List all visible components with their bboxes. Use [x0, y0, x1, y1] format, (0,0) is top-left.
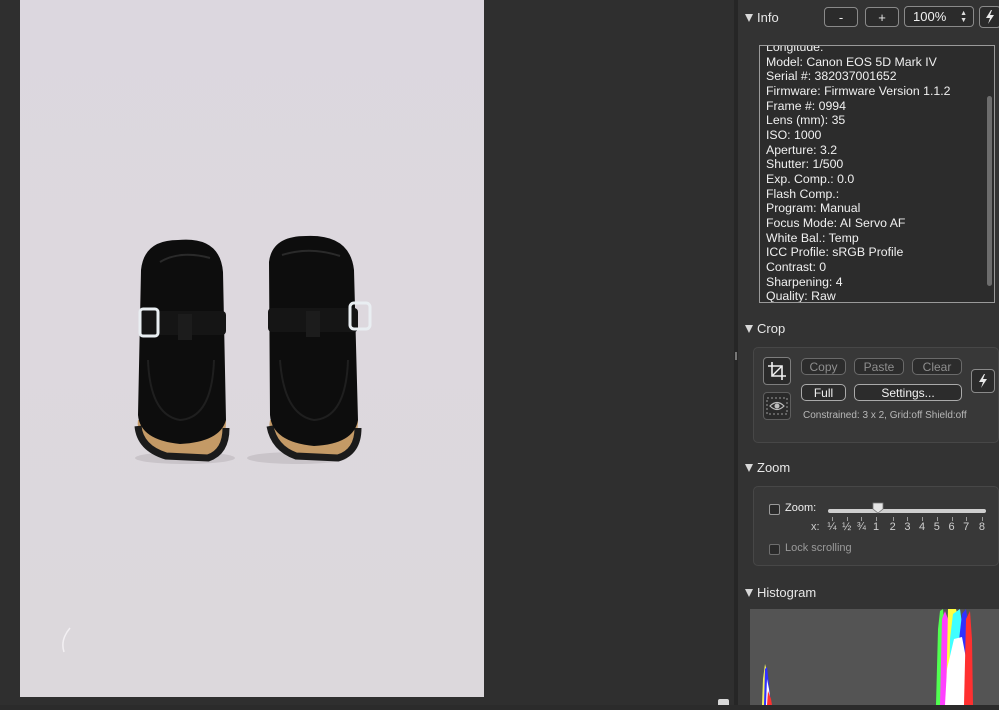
zoom-title: Zoom [757, 460, 791, 475]
zoom-in-button[interactable]: + [865, 7, 899, 27]
photo-canvas[interactable] [20, 0, 484, 697]
lock-scrolling-checkbox[interactable] [769, 544, 780, 555]
zoom-slider-thumb[interactable] [872, 502, 884, 514]
disclosure-triangle-icon [745, 463, 753, 472]
disclosure-triangle-icon [745, 588, 753, 597]
disclosure-triangle-icon [745, 13, 753, 22]
inspector-panel: Info - + 100% ▲ ▼ Longitude: Model: Canon … [738, 0, 999, 705]
metadata-scrollbar[interactable] [987, 96, 992, 286]
metadata-line: Model: Canon EOS 5D Mark IV [766, 54, 937, 69]
info-title: Info [757, 10, 779, 25]
metadata-line: Quality: Raw [766, 289, 836, 303]
histogram-title: Histogram [757, 585, 817, 600]
crop-action-button[interactable] [971, 369, 995, 393]
metadata-line: Longitude: [766, 45, 824, 54]
lock-scrolling-label: Lock scrolling [785, 542, 852, 554]
metadata-line: White Bal.: Temp [766, 230, 859, 245]
info-section-header[interactable]: Info [745, 10, 779, 25]
zoom-level-select[interactable]: 100% ▲ ▼ [904, 6, 974, 27]
eye-icon [766, 397, 788, 415]
zoom-slider-track[interactable] [828, 509, 986, 513]
zoom-tick-label: 5 [933, 521, 940, 533]
disclosure-triangle-icon [745, 324, 753, 333]
info-action-button[interactable] [979, 6, 999, 28]
zoom-tick-label: 3 [904, 521, 911, 533]
crop-icon [768, 362, 786, 380]
metadata-line: Focus Mode: AI Servo AF [766, 215, 906, 230]
crop-status-text: Constrained: 3 x 2, Grid:off Shield:off [803, 410, 967, 421]
metadata-line: Shutter: 1/500 [766, 157, 844, 172]
zoom-checkbox-label: Zoom: [785, 502, 817, 514]
bolt-icon [979, 374, 987, 388]
crop-preview-button[interactable] [763, 392, 791, 420]
metadata-line: ISO: 1000 [766, 127, 822, 142]
histogram-section-header[interactable]: Histogram [745, 585, 816, 600]
metadata-line: Serial #: 382037001652 [766, 69, 897, 84]
metadata-line: Lens (mm): 35 [766, 113, 846, 128]
zoom-tick-label: ¼ [827, 521, 837, 533]
metadata-line: Exp. Comp.: 0.0 [766, 171, 855, 186]
zoom-section-header[interactable]: Zoom [745, 460, 790, 475]
metadata-list[interactable]: Longitude: Model: Canon EOS 5D Mark IV Ser… [759, 45, 995, 303]
metadata-line: Frame #: 0994 [766, 98, 846, 113]
crop-section-header[interactable]: Crop [745, 321, 785, 336]
metadata-line: Flash Comp.: [766, 186, 840, 201]
crop-tool-button[interactable] [763, 357, 791, 385]
zoom-tick-label: 8 [978, 521, 985, 533]
zoom-tick-label: ¾ [856, 521, 866, 533]
histogram-graph [750, 609, 999, 705]
bolt-icon [986, 10, 994, 24]
crop-settings-button[interactable]: Settings... [854, 384, 962, 401]
crop-copy-button[interactable]: Copy [801, 358, 846, 375]
crop-clear-button[interactable]: Clear [912, 358, 962, 375]
photo-shoes-image [62, 235, 372, 653]
zoom-tick-label: 1 [872, 521, 880, 533]
zoom-tick-label: 4 [919, 521, 926, 533]
metadata-line: Contrast: 0 [766, 259, 827, 274]
zoom-tick-label: ½ [842, 521, 852, 533]
crop-title: Crop [757, 321, 786, 336]
metadata-line: Aperture: 3.2 [766, 142, 838, 157]
metadata-lines: Longitude: Model: Canon EOS 5D Mark IV Ser… [766, 45, 951, 303]
zoom-level-value: 100% [913, 9, 947, 24]
zoom-tick-label: 2 [889, 521, 896, 533]
zoom-checkbox[interactable] [769, 504, 780, 515]
zoom-tick-label: 6 [948, 521, 955, 533]
metadata-line: Program: Manual [766, 201, 861, 216]
histogram-plot [762, 609, 973, 705]
metadata-line: ICC Profile: sRGB Profile [766, 245, 904, 260]
zoom-tick-label: 7 [963, 521, 970, 533]
crop-paste-button[interactable]: Paste [854, 358, 904, 375]
viewer-scroll-thumb[interactable] [718, 699, 729, 705]
crop-full-button[interactable]: Full [801, 384, 846, 401]
zoom-out-button[interactable]: - [824, 7, 858, 27]
zoom-x-label: x: [811, 521, 820, 533]
image-viewer[interactable] [0, 0, 734, 705]
metadata-line: Sharpening: 4 [766, 274, 843, 289]
splitter-grip[interactable] [735, 352, 737, 360]
metadata-line: Firmware: Firmware Version 1.1.2 [766, 83, 951, 98]
stepper-arrows-icon: ▲ ▼ [960, 10, 967, 24]
